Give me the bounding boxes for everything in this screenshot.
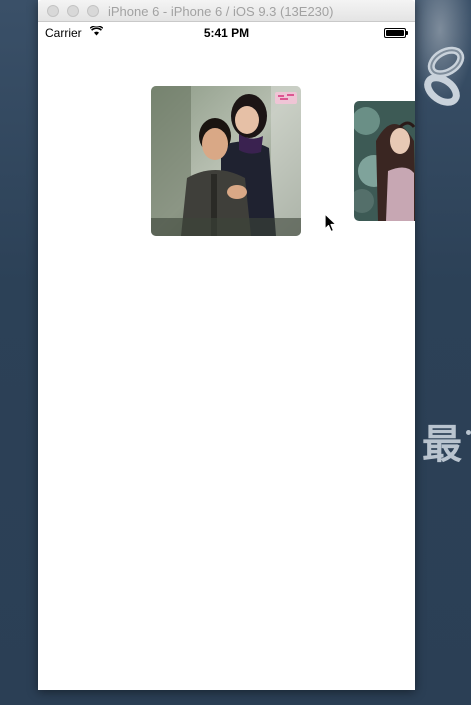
status-time: 5:41 PM <box>203 26 250 40</box>
carousel-card-next[interactable] <box>354 101 415 221</box>
carousel-card-selected[interactable] <box>151 86 301 236</box>
mouse-pointer-icon <box>324 213 337 233</box>
app-screen[interactable] <box>38 42 415 690</box>
couple-photo <box>151 86 301 236</box>
pink-logo-icon <box>275 92 297 104</box>
chain-decoration-icon <box>424 46 465 106</box>
minimize-window-button[interactable] <box>67 5 79 17</box>
close-window-button[interactable] <box>47 5 59 17</box>
ios-status-bar: Carrier 5:41 PM <box>38 22 415 42</box>
girl-portrait-photo <box>354 101 415 221</box>
simulator-window: iPhone 6 - iPhone 6 / iOS 9.3 (13E230) C… <box>38 0 415 690</box>
window-title: iPhone 6 - iPhone 6 / iOS 9.3 (13E230) <box>108 4 334 19</box>
wallpaper-dot <box>466 430 471 435</box>
battery-tip <box>406 31 408 35</box>
window-titlebar[interactable]: iPhone 6 - iPhone 6 / iOS 9.3 (13E230) <box>38 0 415 22</box>
zoom-window-button[interactable] <box>87 5 99 17</box>
battery-level <box>386 30 404 36</box>
wallpaper-text: 最 <box>422 421 468 468</box>
battery-icon <box>384 28 408 38</box>
